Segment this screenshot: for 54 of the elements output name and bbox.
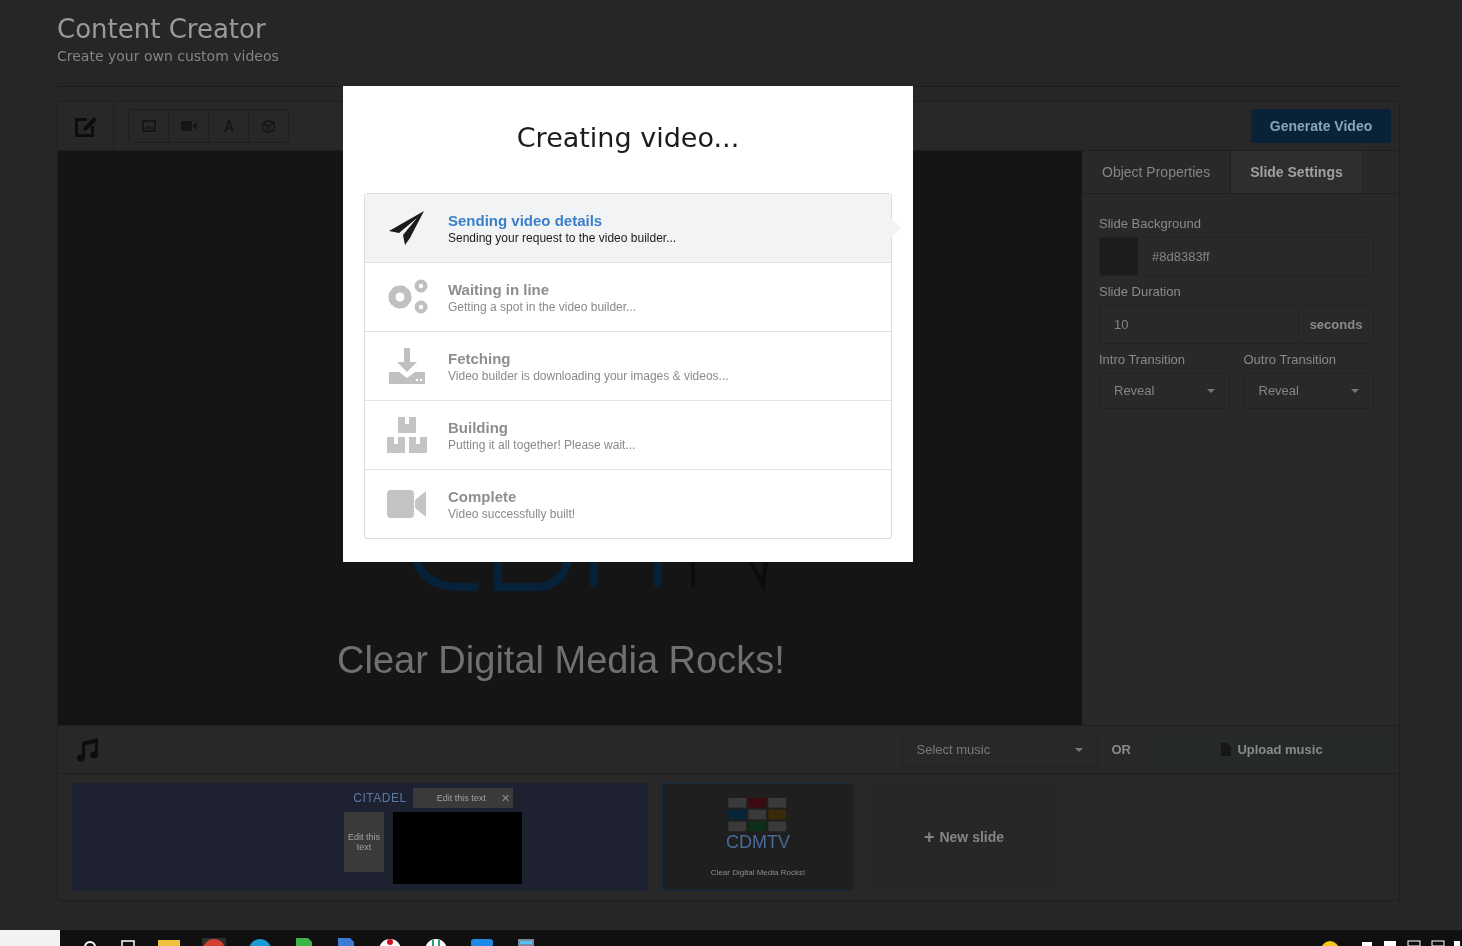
slide-thumbnail[interactable]: CITADEL Edit this text ✕ Edit this text xyxy=(72,783,648,891)
download-icon xyxy=(388,348,425,384)
music-dropdown[interactable]: Select music xyxy=(901,731,1098,768)
calculator-icon[interactable] xyxy=(516,938,536,946)
browser-icon[interactable] xyxy=(202,938,226,946)
step-description: Getting a spot in the video builder... xyxy=(448,299,637,314)
duration-input[interactable]: 10 xyxy=(1100,306,1299,343)
slide-caption: Clear Digital Media Rocks! xyxy=(710,867,806,879)
task-view-icon[interactable] xyxy=(120,938,136,946)
step-description: Putting it all together! Please wait... xyxy=(448,437,636,452)
logo-text: CDMTV xyxy=(726,832,790,852)
boxes-icon xyxy=(386,417,427,453)
plus-icon: + xyxy=(923,826,935,848)
chat-icon[interactable] xyxy=(470,938,494,946)
field-label: Intro Transition xyxy=(1099,352,1186,367)
generate-video-button[interactable]: Generate Video xyxy=(1251,109,1391,143)
outro-transition-dropdown[interactable]: Reveal xyxy=(1243,373,1374,409)
step-title: Building xyxy=(448,418,509,436)
step-description: Video builder is downloading your images & videos... xyxy=(448,368,729,383)
globe-icon[interactable] xyxy=(248,938,272,946)
start-area[interactable] xyxy=(0,930,60,946)
weather-icon[interactable] xyxy=(1320,938,1340,946)
logo-text: CITADEL xyxy=(353,791,407,805)
sheet-icon[interactable] xyxy=(294,938,314,946)
folder-icon[interactable] xyxy=(158,938,180,946)
hash-icon[interactable] xyxy=(424,938,448,946)
close-icon[interactable]: ✕ xyxy=(500,791,510,805)
slide-caption: Clear Digital Media Rocks! xyxy=(337,639,785,682)
settings-tab[interactable]: Slide Settings xyxy=(1231,151,1363,193)
field-label: Outro Transition xyxy=(1243,352,1337,367)
search-icon[interactable] xyxy=(82,938,98,946)
tray-icons-drawing[interactable] xyxy=(1362,938,1462,946)
step-title: Complete xyxy=(448,487,518,505)
page-subtitle: Create your own custom videos xyxy=(57,47,280,66)
text-box: Edit this text xyxy=(344,812,384,872)
pin-icon[interactable] xyxy=(378,938,402,946)
step-description: Sending your request to the video builder... xyxy=(448,230,677,245)
music-icon xyxy=(74,737,100,762)
or-label: OR xyxy=(1111,742,1131,758)
step-title: Waiting in line xyxy=(448,280,551,298)
text-box: Edit this text ✕ xyxy=(412,788,513,808)
step-title: Fetching xyxy=(448,349,512,367)
intro-transition-dropdown[interactable]: Reveal xyxy=(1099,373,1230,409)
unit-label: seconds xyxy=(1308,316,1364,334)
page-title: Content Creator xyxy=(57,13,267,46)
video-camera-icon xyxy=(386,490,427,518)
document-icon[interactable] xyxy=(336,938,356,946)
slide-thumbnail[interactable]: CDMTV Clear Digital Media Rocks! xyxy=(662,783,854,891)
field-label: Slide Duration xyxy=(1099,284,1182,299)
dialog-title: Creating video... xyxy=(515,122,741,153)
paper-plane-icon xyxy=(388,211,425,245)
field-label: Slide Background xyxy=(1099,216,1202,231)
step-description: Video successfully built! xyxy=(448,506,576,521)
step-title: Sending video details xyxy=(448,211,604,229)
